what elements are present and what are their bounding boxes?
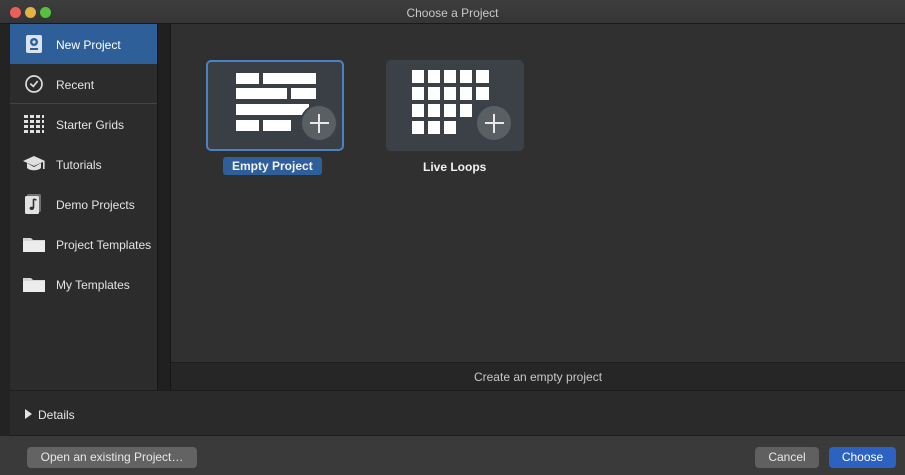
sidebar-item-recent[interactable]: Recent (10, 64, 157, 104)
folder-icon (22, 273, 46, 295)
sidebar-item-label: New Project (56, 38, 121, 52)
sidebar-item-tutorials[interactable]: Tutorials (10, 144, 157, 184)
sidebar-item-label: Demo Projects (56, 198, 135, 212)
project-sidebar: New Project Recent Starter Grids Tutoria… (10, 24, 157, 390)
sidebar-item-label: Starter Grids (56, 118, 125, 132)
live-loops-tile[interactable] (386, 60, 524, 151)
sidebar-item-label: Project Templates (56, 238, 152, 252)
cancel-button[interactable]: Cancel (755, 447, 819, 468)
sidebar-item-label: Tutorials (56, 158, 102, 172)
tile-label-live-loops[interactable]: Live Loops (423, 160, 486, 174)
sidebar-item-starter-grids[interactable]: Starter Grids (10, 104, 157, 144)
clock-icon (22, 73, 46, 95)
details-label[interactable]: Details (38, 408, 75, 422)
sidebar-item-label: Recent (56, 78, 95, 92)
choose-button[interactable]: Choose (829, 447, 896, 468)
disclosure-triangle-icon[interactable] (25, 409, 32, 419)
window-title: Choose a Project (406, 6, 499, 20)
open-existing-project-button[interactable]: Open an existing Project… (27, 447, 197, 468)
grid-icon (22, 113, 46, 135)
folder-icon (22, 233, 46, 255)
sidebar-item-label: My Templates (56, 278, 130, 292)
footer-bar: Open an existing Project… Cancel Choose (0, 436, 905, 475)
empty-project-tile[interactable] (206, 60, 344, 151)
project-gallery: Empty Project Live Loops (171, 24, 905, 362)
new-project-icon (22, 33, 46, 55)
sidebar-item-my-templates[interactable]: My Templates (10, 264, 157, 304)
project-description: Create an empty project (171, 362, 905, 390)
sidebar-scrollbar[interactable] (157, 24, 171, 390)
details-disclosure[interactable]: Details (10, 390, 905, 436)
tile-label-empty-project[interactable]: Empty Project (223, 157, 322, 175)
plus-icon (300, 104, 338, 142)
music-note-icon (22, 193, 46, 215)
sidebar-item-new-project[interactable]: New Project (10, 24, 157, 64)
title-bar: Choose a Project (0, 0, 905, 24)
sidebar-item-project-templates[interactable]: Project Templates (10, 224, 157, 264)
choose-project-window: Choose a Project New Project Recent Star… (0, 0, 905, 475)
plus-icon (475, 104, 513, 142)
graduation-cap-icon (22, 153, 46, 175)
sidebar-item-demo-projects[interactable]: Demo Projects (10, 184, 157, 224)
